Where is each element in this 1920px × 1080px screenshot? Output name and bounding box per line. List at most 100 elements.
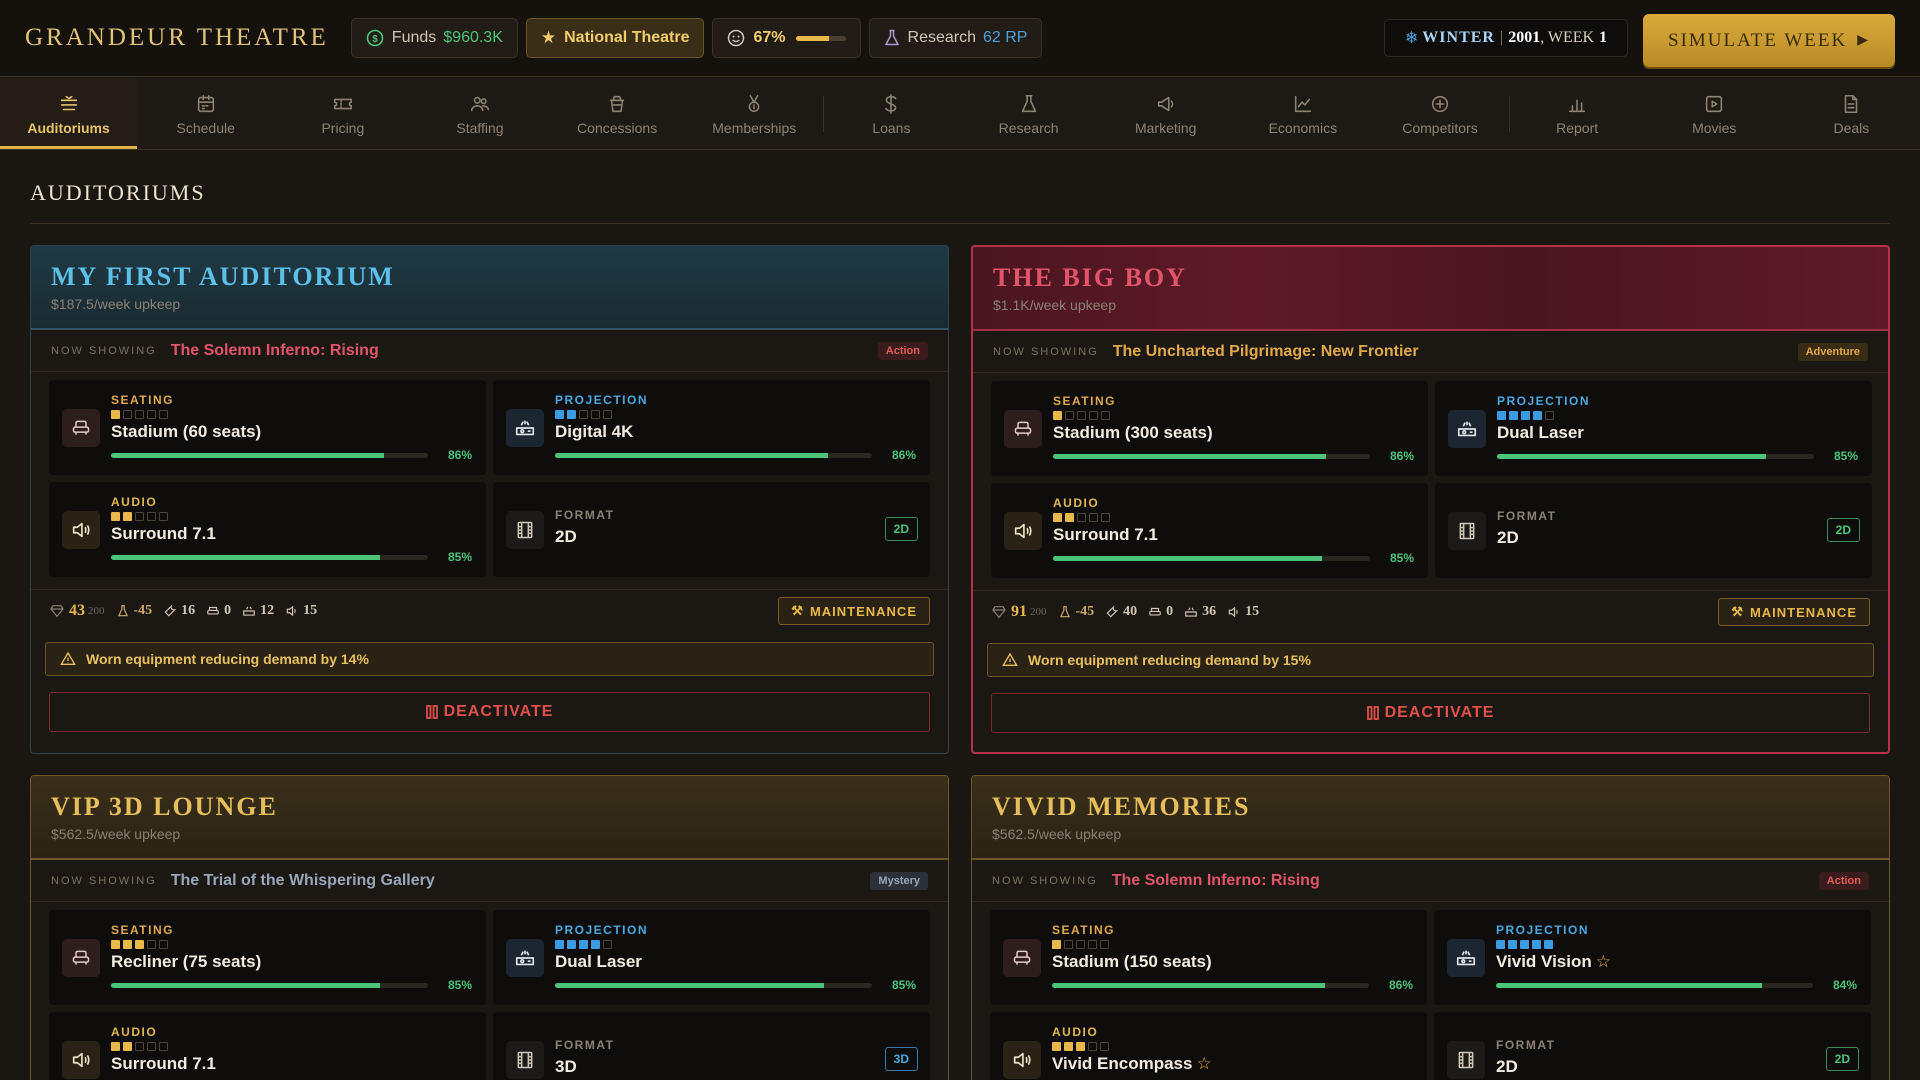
quality-pip xyxy=(1077,513,1086,522)
audio-panel[interactable]: AUDIO Surround 7.1 85% xyxy=(49,482,486,577)
deactivate-label: DEACTIVATE xyxy=(443,703,554,720)
pause-icon xyxy=(425,705,438,719)
projection-panel[interactable]: PROJECTION Digital 4K 86% xyxy=(493,380,930,475)
target-icon xyxy=(1429,92,1451,116)
tab-label: Loans xyxy=(872,119,911,136)
movie-title[interactable]: The Solemn Inferno: Rising xyxy=(1112,872,1320,890)
tab-report[interactable]: Report xyxy=(1508,78,1646,149)
week-value: 1 xyxy=(1599,29,1608,46)
format-label: FORMAT xyxy=(555,508,615,522)
maintenance-button[interactable]: ⚒ MAINTENANCE xyxy=(1718,598,1870,626)
tab-competitors[interactable]: Competitors xyxy=(1371,78,1508,149)
tab-pricing[interactable]: Pricing xyxy=(274,78,411,149)
equipment-grid: SEATING Recliner (75 seats) 85% PROJECTION D… xyxy=(49,910,930,1080)
dollar-icon xyxy=(880,92,902,116)
tab-auditoriums[interactable]: Auditoriums xyxy=(0,78,138,149)
fmt-icon xyxy=(506,511,544,549)
audio-panel[interactable]: AUDIO Surround 7.1 xyxy=(49,1012,486,1080)
tab-memberships[interactable]: Memberships xyxy=(686,78,823,149)
quality-pip xyxy=(147,410,156,419)
tab-economics[interactable]: Economics xyxy=(1234,78,1371,149)
maintenance-button[interactable]: ⚒ MAINTENANCE xyxy=(778,597,930,625)
condition-bar xyxy=(1053,556,1370,561)
condition-percent: 86% xyxy=(447,448,472,462)
quality-pips xyxy=(555,940,612,949)
projector-stat: 12 xyxy=(242,603,274,619)
seat-stat: 0 xyxy=(1148,604,1173,620)
genre-badge: Mystery xyxy=(870,871,928,890)
upkeep-cost: $562.5/week upkeep xyxy=(51,826,181,842)
projection-label: PROJECTION xyxy=(1497,394,1591,408)
movie-title[interactable]: The Trial of the Whispering Gallery xyxy=(171,872,435,890)
seat-stat: 0 xyxy=(206,603,231,619)
format-panel[interactable]: FORMAT 2D 2D xyxy=(493,482,930,577)
seating-panel[interactable]: SEATING Stadium (150 seats) 86% xyxy=(990,910,1427,1005)
audio-panel[interactable]: AUDIO Vivid Encompass ☆ xyxy=(990,1012,1427,1080)
projection-panel[interactable]: PROJECTION Dual Laser 85% xyxy=(493,910,930,1005)
demand-delta-value: -45 xyxy=(1075,604,1095,619)
wrench-icon xyxy=(1106,605,1119,618)
projector-icon xyxy=(1185,607,1198,617)
quality-pip xyxy=(1520,940,1529,949)
projector-stat-value: 12 xyxy=(260,603,275,618)
quality-pips xyxy=(1497,411,1554,420)
quality-pip xyxy=(111,410,120,419)
movie-title[interactable]: The Solemn Inferno: Rising xyxy=(171,342,379,360)
tab-concessions[interactable]: Concessions xyxy=(549,78,686,149)
tab-label: Staffing xyxy=(456,119,504,136)
speaker-icon xyxy=(286,605,296,617)
audio-stat: 15 xyxy=(1227,604,1259,620)
format-value: 2D xyxy=(1497,528,1519,547)
condition-bar-fill xyxy=(111,555,381,560)
tab-label: Memberships xyxy=(712,119,797,136)
quality-pip xyxy=(159,410,168,419)
megaphone-icon xyxy=(1155,92,1177,116)
audio-icon xyxy=(1004,512,1042,550)
seating-value-text: Stadium (150 seats) xyxy=(1052,952,1212,971)
maintenance-label: MAINTENANCE xyxy=(1749,604,1857,620)
tab-deals[interactable]: Deals xyxy=(1783,78,1920,149)
seating-value: Recliner (75 seats) xyxy=(111,952,261,972)
tab-staffing[interactable]: Staffing xyxy=(411,78,548,149)
app-brand: GRANDEUR THEATRE xyxy=(25,24,329,51)
projection-value-text: Dual Laser xyxy=(555,952,642,971)
quality-pip xyxy=(1064,940,1073,949)
seating-panel[interactable]: SEATING Stadium (60 seats) 86% xyxy=(49,380,486,475)
audio-label: AUDIO xyxy=(1052,1025,1099,1039)
condition-percent: 86% xyxy=(1388,978,1413,992)
quality-pip xyxy=(555,410,564,419)
tab-schedule[interactable]: Schedule xyxy=(137,78,274,149)
reputation-stat: 91 200 xyxy=(991,603,1047,621)
page-title: AUDITORIUMS xyxy=(30,180,206,205)
equipment-grid: SEATING Stadium (150 seats) 86% PROJECTION V… xyxy=(990,910,1871,1080)
seating-value: Stadium (60 seats) xyxy=(111,422,261,442)
seating-panel[interactable]: SEATING Recliner (75 seats) 85% xyxy=(49,910,486,1005)
quality-pips xyxy=(1052,940,1109,949)
movie-title[interactable]: The Uncharted Pilgrimage: New Frontier xyxy=(1113,343,1419,361)
quality-pip xyxy=(603,410,612,419)
simulate-week-button[interactable]: SIMULATE WEEK ▶ xyxy=(1643,14,1895,67)
auditorium-name: THE BIG BOY xyxy=(993,263,1187,292)
warning-banner: Worn equipment reducing demand by 14% xyxy=(45,642,934,676)
projection-panel[interactable]: PROJECTION Vivid Vision ☆ 84% xyxy=(1434,910,1871,1005)
tab-movies[interactable]: Movies xyxy=(1646,78,1783,149)
speaker-icon xyxy=(1228,606,1238,618)
deactivate-button[interactable]: DEACTIVATE xyxy=(49,692,930,732)
cup-icon xyxy=(606,92,628,116)
projection-panel[interactable]: PROJECTION Dual Laser 85% xyxy=(1435,381,1872,476)
tab-marketing[interactable]: Marketing xyxy=(1097,78,1234,149)
deactivate-button[interactable]: DEACTIVATE xyxy=(991,693,1870,733)
tab-research[interactable]: Research xyxy=(960,78,1097,149)
audio-panel[interactable]: AUDIO Surround 7.1 85% xyxy=(991,483,1428,578)
format-panel[interactable]: FORMAT 2D 2D xyxy=(1434,1012,1871,1080)
condition-percent: 86% xyxy=(891,448,916,462)
seating-panel[interactable]: SEATING Stadium (300 seats) 86% xyxy=(991,381,1428,476)
format-panel[interactable]: FORMAT 2D 2D xyxy=(1435,483,1872,578)
theatre-rank-pill[interactable]: ★ National Theatre xyxy=(525,18,705,58)
funds-pill: $ Funds $960.3K xyxy=(350,18,518,58)
format-badge: 2D xyxy=(884,517,918,541)
tab-loans[interactable]: Loans xyxy=(822,78,960,149)
format-panel[interactable]: FORMAT 3D 3D xyxy=(493,1012,930,1080)
pause-icon xyxy=(1366,706,1379,720)
quality-pip xyxy=(591,940,600,949)
